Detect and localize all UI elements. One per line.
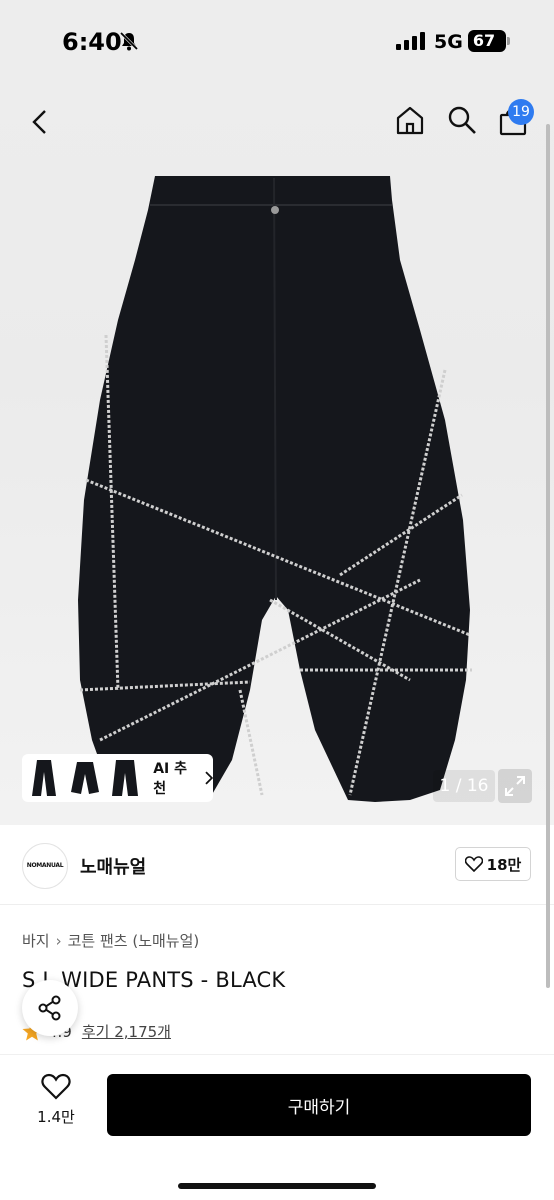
brand-like-button[interactable]: 18만 — [455, 847, 531, 881]
bottom-action-bar: 1.4만 구매하기 — [0, 1054, 554, 1200]
thumbnail-2[interactable] — [66, 758, 102, 798]
scrollbar[interactable] — [546, 124, 550, 988]
home-indicator — [178, 1183, 376, 1189]
search-button[interactable] — [442, 100, 482, 140]
back-button[interactable] — [20, 102, 60, 142]
wishlist-count: 1.4만 — [37, 1108, 75, 1126]
signal-icon — [396, 32, 426, 54]
product-photo — [78, 176, 472, 802]
wishlist-button[interactable]: 1.4만 — [24, 1073, 88, 1133]
status-time: 6:40 — [62, 28, 122, 56]
battery-cap — [507, 37, 510, 45]
network-label: 5G — [434, 31, 463, 53]
buy-button[interactable]: 구매하기 — [107, 1074, 531, 1136]
expand-icon — [505, 776, 525, 796]
home-icon — [396, 106, 424, 135]
brand-logo[interactable]: NOMANUAL — [22, 843, 68, 889]
brand-name[interactable]: 노매뉴얼 — [80, 853, 146, 879]
heart-icon — [41, 1073, 71, 1100]
ai-recommend-strip[interactable]: AI 추천 — [22, 754, 214, 802]
cart-count-badge: 19 — [508, 99, 534, 125]
back-icon — [32, 110, 46, 134]
battery-level: 67 — [472, 31, 496, 50]
share-icon — [38, 995, 61, 1021]
status-bar: 6:40 5G 67 — [0, 0, 554, 84]
expand-button[interactable] — [498, 769, 532, 803]
breadcrumb-item[interactable]: 바지 — [22, 930, 50, 951]
search-icon — [448, 106, 476, 134]
review-link[interactable]: 후기 2,175개 — [82, 1021, 171, 1042]
heart-icon — [464, 856, 483, 872]
brand-row[interactable]: NOMANUAL 노매뉴얼 18만 — [0, 825, 554, 905]
share-button[interactable] — [22, 980, 78, 1036]
home-button[interactable] — [390, 100, 430, 140]
ai-recommend-label: AI 추천 — [153, 761, 188, 797]
brand-like-count: 18만 — [486, 855, 522, 874]
breadcrumb: 바지 › 코튼 팬츠 (노매뉴얼) — [22, 930, 199, 951]
chevron-right-icon — [205, 771, 214, 785]
breadcrumb-item[interactable]: 코튼 팬츠 (노매뉴얼) — [68, 930, 200, 951]
bell-slash-icon — [118, 30, 140, 56]
thumbnail-3[interactable] — [107, 758, 143, 798]
thumbnail-1[interactable] — [26, 758, 62, 798]
chevron-right-icon: › — [55, 931, 62, 950]
battery-indicator: 67 — [468, 30, 506, 52]
product-image-gallery[interactable]: 19 AI 추천 1 / 16 — [0, 84, 554, 825]
page-indicator: 1 / 16 — [433, 770, 495, 802]
